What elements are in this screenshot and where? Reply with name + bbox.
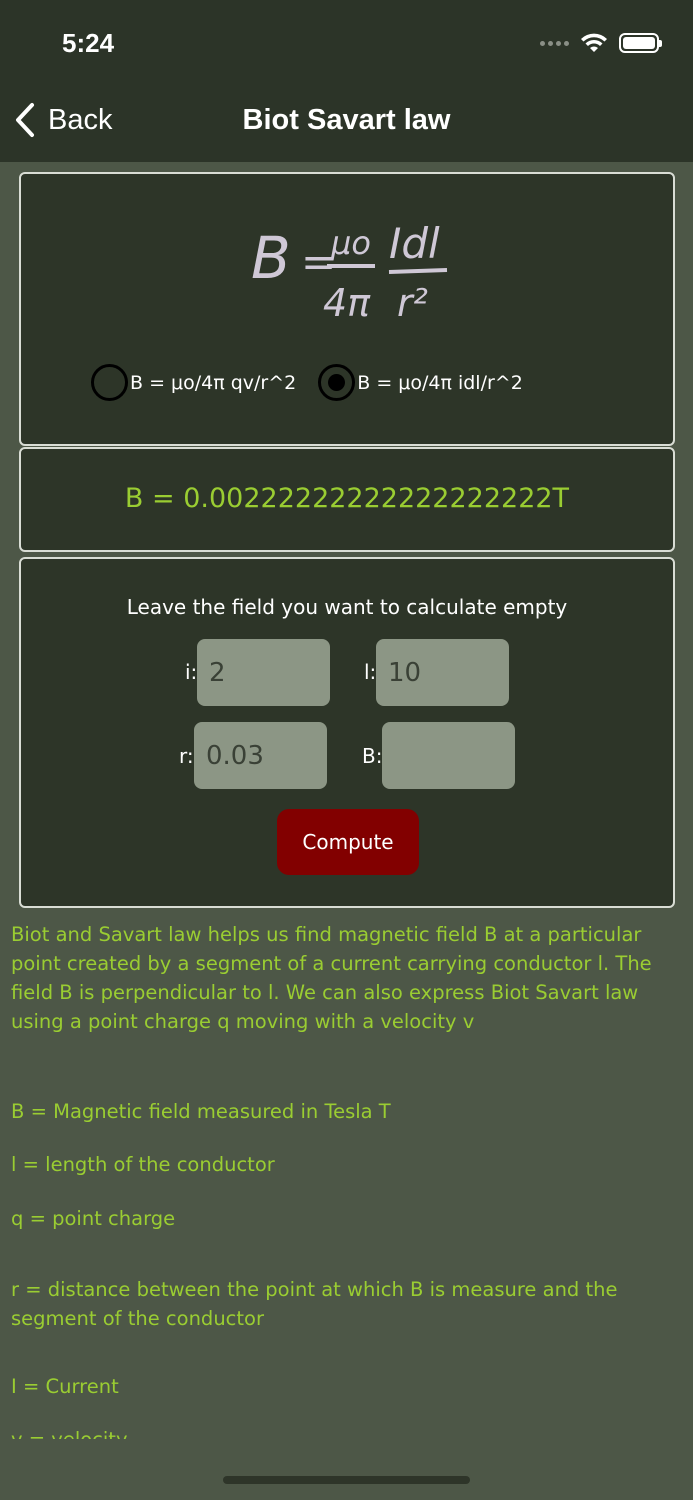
result-panel: B = 0.00222222222222222222T	[19, 447, 675, 552]
description-intro: Biot and Savart law helps us find magnet…	[11, 923, 652, 1033]
definition-v: v = velocity	[11, 1425, 683, 1439]
wifi-icon	[581, 33, 607, 52]
r-input[interactable]: 0.03	[194, 722, 327, 789]
input-panel: Leave the field you want to calculate em…	[19, 557, 675, 908]
formula-glyph-b: B	[251, 224, 291, 292]
radio-qv-label: B = μo/4π qv/r^2	[130, 371, 297, 394]
home-indicator[interactable]	[223, 1476, 470, 1484]
i-field-label: i:	[185, 660, 198, 684]
definition-r: r = distance between the point at which …	[11, 1278, 618, 1330]
battery-icon	[619, 33, 662, 53]
i-input[interactable]: 2	[197, 639, 330, 706]
status-time: 5:24	[62, 28, 115, 58]
definition-q: q = point charge	[11, 1207, 176, 1230]
page-title: Biot Savart law	[242, 104, 451, 136]
l-input[interactable]: 10	[376, 639, 509, 706]
compute-button[interactable]: Compute	[277, 809, 419, 875]
formula-panel: B = μo Idl 4π r² B = μo/4π qv/r^2 B = μo…	[19, 172, 675, 446]
radio-qv-circle[interactable]	[91, 364, 128, 401]
definition-i: I = Current	[11, 1375, 119, 1398]
result-value: B = 0.00222222222222222222T	[124, 483, 570, 514]
l-field-label: l:	[364, 660, 377, 684]
radio-option-idl[interactable]: B = μo/4π idl/r^2	[318, 364, 523, 401]
formula-glyph-idl: Idl	[389, 219, 440, 268]
status-icons	[540, 32, 662, 54]
cellular-signal-icon	[540, 40, 569, 46]
radio-idl-circle[interactable]	[318, 364, 356, 401]
formula-glyph-4pi: 4π	[323, 281, 371, 325]
formula-selector: B = μo/4π qv/r^2 B = μo/4π idl/r^2	[91, 364, 523, 401]
b-input[interactable]	[382, 722, 515, 789]
radio-option-qv[interactable]: B = μo/4π qv/r^2	[91, 364, 296, 401]
radio-idl-label: B = μo/4π idl/r^2	[357, 371, 523, 394]
definition-l: l = length of the conductor	[11, 1153, 275, 1176]
b-field-label: B:	[362, 744, 383, 768]
input-hint: Leave the field you want to calculate em…	[126, 595, 568, 619]
navigation-bar: 5:24 Back Biot Savart law	[0, 0, 693, 162]
r-field-label: r:	[179, 744, 194, 768]
formula-image: B = μo Idl 4π r²	[251, 219, 448, 325]
formula-glyph-mu: μo	[330, 224, 371, 262]
formula-glyph-r2: r²	[397, 281, 428, 325]
definition-b: B = Magnetic field measured in Tesla T	[11, 1100, 391, 1123]
